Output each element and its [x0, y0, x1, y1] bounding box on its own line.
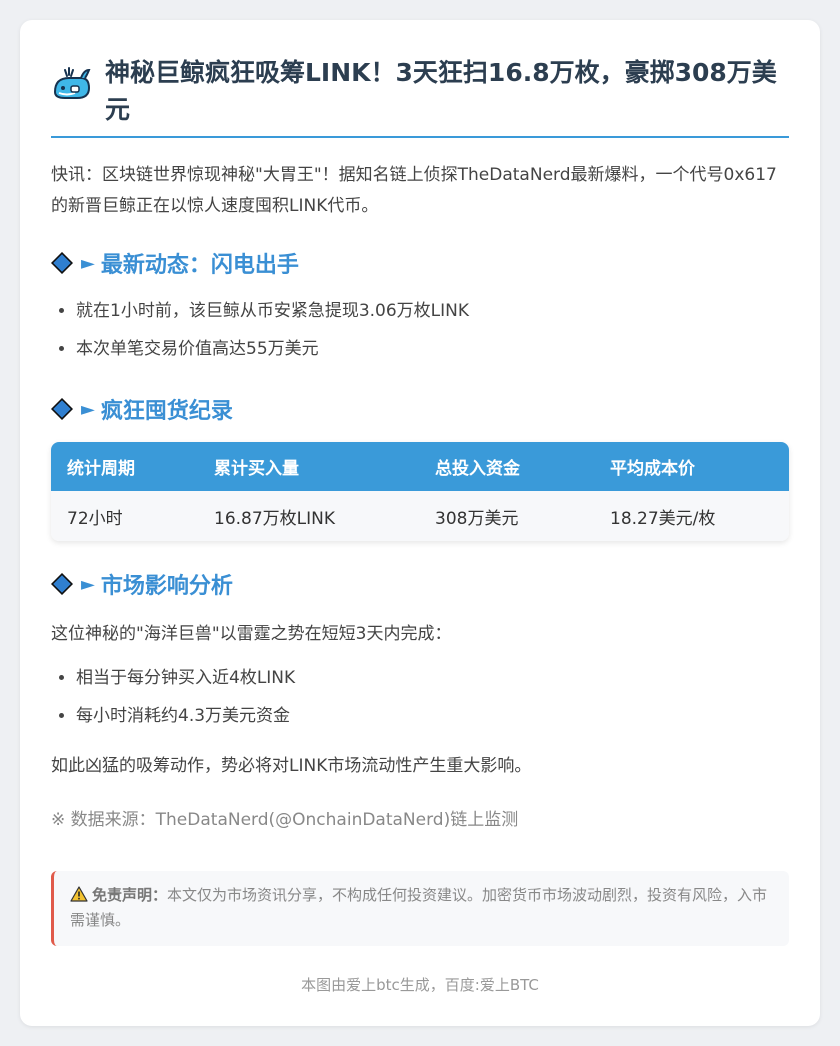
section-title: 疯狂囤货纪录	[100, 399, 233, 424]
arrow-icon: ►	[81, 573, 95, 595]
list-item: 相当于每分钟买入近4枚LINK	[76, 659, 789, 697]
latest-list: 就在1小时前，该巨鲸从币安紧急提现3.06万枚LINK 本次单笔交易价值高达55…	[51, 292, 789, 368]
diamond-icon	[51, 573, 73, 595]
section-heading-impact: ► 市场影响分析	[51, 569, 789, 599]
diamond-icon	[51, 252, 73, 274]
section-heading-latest: ► 最新动态：闪电出手	[51, 248, 789, 278]
impact-list: 相当于每分钟买入近4枚LINK 每小时消耗约4.3万美元资金	[51, 659, 789, 735]
disclaimer-text: 本文仅为市场资讯分享，不构成任何投资建议。加密货币市场波动剧烈，投资有风险，入市…	[70, 886, 768, 929]
whale-icon	[52, 65, 92, 105]
data-source: ※ 数据来源：TheDataNerd(@OnchainDataNerd)链上监测	[51, 810, 519, 830]
table-header-cell: 平均成本价	[594, 442, 789, 491]
article-card: 神秘巨鲸疯狂吸筹LINK！3天狂扫16.8万枚，豪掷308万美元 快讯：区块链世…	[20, 20, 820, 1026]
section-title: 市场影响分析	[100, 574, 233, 599]
table-header-cell: 统计周期	[51, 442, 198, 491]
page-title: 神秘巨鲸疯狂吸筹LINK！3天狂扫16.8万枚，豪掷308万美元	[105, 58, 777, 124]
table-header-row: 统计周期 累计买入量 总投入资金 平均成本价	[51, 442, 789, 491]
table-header-cell: 累计买入量	[198, 442, 419, 491]
table-cell: 16.87万枚LINK	[198, 491, 419, 541]
disclaimer-label: 免责声明：	[92, 886, 168, 904]
article-header: 神秘巨鲸疯狂吸筹LINK！3天狂扫16.8万枚，豪掷308万美元	[51, 20, 789, 138]
stats-table-wrapper: 统计周期 累计买入量 总投入资金 平均成本价 72小时 16.87万枚LINK …	[51, 442, 789, 541]
list-item: 每小时消耗约4.3万美元资金	[76, 697, 789, 735]
intro-paragraph: 快讯：区块链世界惊现神秘"大胃王"！据知名链上侦探TheDataNerd最新爆料…	[51, 165, 777, 216]
disclaimer-box: 免责声明：本文仅为市场资讯分享，不构成任何投资建议。加密货币市场波动剧烈，投资有…	[51, 871, 789, 946]
impact-lead: 这位神秘的"海洋巨兽"以雷霆之势在短短3天内完成：	[51, 624, 452, 644]
table-cell: 308万美元	[419, 491, 594, 541]
impact-conclusion: 如此凶猛的吸筹动作，势必将对LINK市场流动性产生重大影响。	[51, 756, 532, 776]
arrow-icon: ►	[81, 252, 95, 274]
arrow-icon: ►	[81, 398, 95, 420]
section-heading-hoarding: ► 疯狂囤货纪录	[51, 394, 789, 424]
table-row: 72小时 16.87万枚LINK 308万美元 18.27美元/枚	[51, 491, 789, 541]
section-title: 最新动态：闪电出手	[100, 253, 299, 278]
stats-table: 统计周期 累计买入量 总投入资金 平均成本价 72小时 16.87万枚LINK …	[51, 442, 789, 541]
table-cell: 18.27美元/枚	[594, 491, 789, 541]
table-cell: 72小时	[51, 491, 198, 541]
footer-credit: 本图由爱上btc生成，百度:爱上BTC	[301, 976, 539, 994]
list-item: 本次单笔交易价值高达55万美元	[76, 330, 789, 368]
diamond-icon	[51, 398, 73, 420]
list-item: 就在1小时前，该巨鲸从币安紧急提现3.06万枚LINK	[76, 292, 789, 330]
warning-icon	[70, 886, 88, 902]
table-header-cell: 总投入资金	[419, 442, 594, 491]
